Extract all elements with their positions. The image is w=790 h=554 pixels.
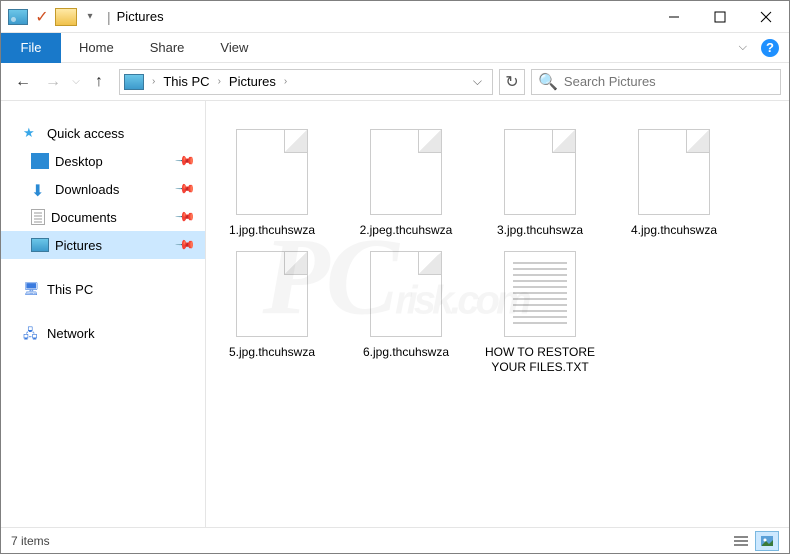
address-bar[interactable]: › This PC › Pictures › ⌵	[119, 69, 493, 95]
file-name: 1.jpg.thcuhswza	[229, 223, 315, 239]
details-view-button[interactable]	[729, 531, 753, 551]
pin-icon: 📌	[174, 206, 197, 229]
sidebar-item-documents[interactable]: Documents 📌	[1, 203, 205, 231]
file-list[interactable]: 1.jpg.thcuhswza 2.jpeg.thcuhswza 3.jpg.thc…	[206, 101, 789, 527]
back-button[interactable]: ←	[9, 68, 37, 96]
tab-share[interactable]: Share	[132, 33, 203, 63]
file-item[interactable]: 3.jpg.thcuhswza	[480, 125, 600, 243]
address-dropdown-icon[interactable]: ⌵	[467, 74, 488, 89]
search-box[interactable]: 🔍	[531, 69, 781, 95]
breadcrumb-this-pc[interactable]: This PC	[159, 74, 213, 89]
breadcrumb-pictures[interactable]: Pictures	[225, 74, 280, 89]
desktop-icon	[31, 153, 49, 169]
title-separator: |	[107, 9, 111, 25]
blank-file-icon	[236, 129, 308, 215]
refresh-button[interactable]: ↻	[499, 69, 525, 95]
this-pc-label: This PC	[47, 282, 93, 297]
recent-dropdown-icon[interactable]: ⌵	[69, 68, 83, 96]
file-name: HOW TO RESTORE YOUR FILES.TXT	[484, 345, 596, 376]
sidebar-item-label: Documents	[51, 210, 117, 225]
location-icon	[124, 74, 144, 90]
qat-app-icon[interactable]	[7, 6, 29, 28]
network-node[interactable]: 🖧 Network	[1, 319, 205, 347]
file-item[interactable]: 6.jpg.thcuhswza	[346, 247, 466, 380]
download-icon: ⬇	[31, 181, 49, 197]
file-item[interactable]: HOW TO RESTORE YOUR FILES.TXT	[480, 247, 600, 380]
tab-home[interactable]: Home	[61, 33, 132, 63]
navigation-pane: ★ Quick access Desktop 📌 ⬇ Downloads 📌 D…	[1, 101, 206, 527]
blank-file-icon	[370, 251, 442, 337]
file-name: 4.jpg.thcuhswza	[631, 223, 717, 239]
text-file-icon	[504, 251, 576, 337]
tab-view[interactable]: View	[202, 33, 266, 63]
network-icon: 🖧	[23, 325, 41, 341]
this-pc-icon: 🖥	[23, 281, 41, 297]
quick-access-node[interactable]: ★ Quick access	[1, 119, 205, 147]
blank-file-icon	[370, 129, 442, 215]
file-tab[interactable]: File	[1, 33, 61, 63]
window-controls	[651, 1, 789, 33]
documents-icon	[31, 209, 45, 225]
sidebar-item-label: Pictures	[55, 238, 102, 253]
this-pc-node[interactable]: 🖥 This PC	[1, 275, 205, 303]
file-name: 5.jpg.thcuhswza	[229, 345, 315, 361]
pin-icon: 📌	[174, 178, 197, 201]
forward-button[interactable]: →	[39, 68, 67, 96]
qat-dropdown-icon[interactable]: ▾	[79, 6, 101, 28]
file-name: 3.jpg.thcuhswza	[497, 223, 583, 239]
pin-icon: 📌	[174, 234, 197, 257]
blank-file-icon	[638, 129, 710, 215]
network-label: Network	[47, 326, 95, 341]
sidebar-item-downloads[interactable]: ⬇ Downloads 📌	[1, 175, 205, 203]
blank-file-icon	[504, 129, 576, 215]
file-item[interactable]: 4.jpg.thcuhswza	[614, 125, 734, 243]
window-title: Pictures	[117, 9, 164, 24]
thumbnails-view-button[interactable]	[755, 531, 779, 551]
navbar: ← → ⌵ ↑ › This PC › Pictures › ⌵ ↻ 🔍	[1, 63, 789, 101]
chevron-right-icon[interactable]: ›	[280, 76, 291, 87]
file-name: 6.jpg.thcuhswza	[363, 345, 449, 361]
chevron-right-icon[interactable]: ›	[214, 76, 225, 87]
file-item[interactable]: 5.jpg.thcuhswza	[212, 247, 332, 380]
sidebar-item-desktop[interactable]: Desktop 📌	[1, 147, 205, 175]
quick-access-toolbar: ✓ ▾	[1, 6, 101, 28]
content-area: ★ Quick access Desktop 📌 ⬇ Downloads 📌 D…	[1, 101, 789, 527]
chevron-right-icon[interactable]: ›	[148, 76, 159, 87]
file-item[interactable]: 1.jpg.thcuhswza	[212, 125, 332, 243]
search-icon: 🔍	[538, 72, 558, 92]
minimize-button[interactable]	[651, 1, 697, 33]
ribbon-expand-icon[interactable]: ⌵	[735, 37, 751, 58]
pictures-icon	[31, 238, 49, 252]
star-icon: ★	[23, 125, 41, 141]
ribbon-tabs: File Home Share View ⌵ ?	[1, 33, 789, 63]
help-button[interactable]: ?	[761, 39, 779, 57]
blank-file-icon	[236, 251, 308, 337]
quick-access-label: Quick access	[47, 126, 124, 141]
maximize-button[interactable]	[697, 1, 743, 33]
titlebar: ✓ ▾ | Pictures	[1, 1, 789, 33]
status-bar: 7 items	[1, 527, 789, 553]
qat-folder-icon[interactable]	[55, 6, 77, 28]
file-item[interactable]: 2.jpeg.thcuhswza	[346, 125, 466, 243]
sidebar-item-label: Downloads	[55, 182, 119, 197]
close-button[interactable]	[743, 1, 789, 33]
search-input[interactable]	[564, 74, 774, 89]
pin-icon: 📌	[174, 150, 197, 173]
explorer-window: ✓ ▾ | Pictures File Home Share View ⌵ ? …	[0, 0, 790, 554]
sidebar-item-label: Desktop	[55, 154, 103, 169]
item-count: 7 items	[11, 534, 50, 548]
sidebar-item-pictures[interactable]: Pictures 📌	[1, 231, 205, 259]
up-button[interactable]: ↑	[85, 68, 113, 96]
qat-properties-icon[interactable]: ✓	[31, 6, 53, 28]
file-name: 2.jpeg.thcuhswza	[360, 223, 453, 239]
